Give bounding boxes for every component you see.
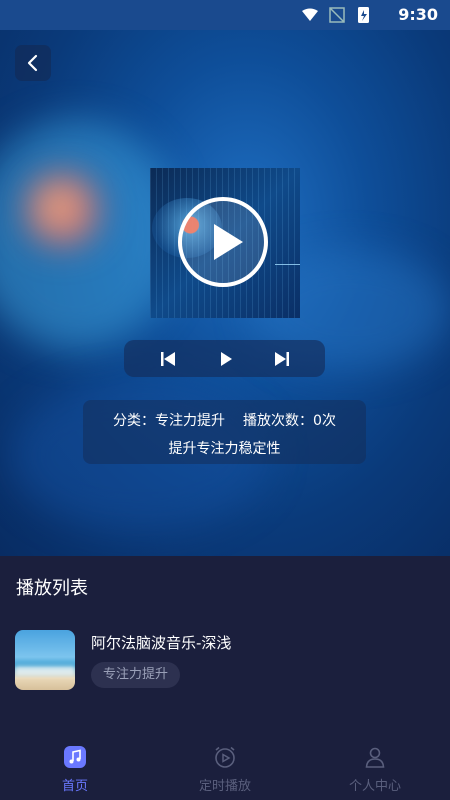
status-time: 9:30 bbox=[398, 5, 438, 24]
playback-controls bbox=[124, 340, 325, 377]
previous-track-icon[interactable] bbox=[158, 349, 178, 369]
track-info-panel: 分类：专注力提升 播放次数：0次 提升专注力稳定性 bbox=[83, 400, 366, 464]
plays-value: 0次 bbox=[313, 413, 336, 429]
chevron-left-icon bbox=[27, 54, 38, 72]
track-description: 提升专注力稳定性 bbox=[168, 441, 281, 457]
bottom-tab-bar: 首页 定时播放 个人中心 bbox=[0, 735, 450, 800]
track-title: 阿尔法脑波音乐-深浅 bbox=[91, 634, 232, 652]
category-label: 分类： bbox=[113, 413, 156, 429]
plays-label: 播放次数： bbox=[243, 413, 314, 429]
tab-profile-label: 个人中心 bbox=[348, 779, 401, 794]
tab-home[interactable]: 首页 bbox=[0, 735, 150, 800]
wifi-icon bbox=[302, 8, 318, 21]
playlist-title: 播放列表 bbox=[16, 578, 88, 599]
next-track-icon[interactable] bbox=[272, 349, 292, 369]
category-value: 专注力提升 bbox=[155, 413, 226, 429]
status-bar: 9:30 bbox=[0, 0, 450, 30]
play-icon[interactable] bbox=[216, 349, 236, 369]
category-tag: 专注力提升 bbox=[91, 662, 181, 688]
tab-timer[interactable]: 定时播放 bbox=[150, 735, 300, 800]
status-icons bbox=[302, 7, 369, 23]
music-note-icon bbox=[64, 746, 86, 768]
alarm-clock-icon bbox=[215, 746, 235, 768]
user-icon bbox=[365, 747, 385, 768]
list-item[interactable]: 阿尔法脑波音乐-深浅 专注力提升 bbox=[15, 630, 435, 690]
tab-profile[interactable]: 个人中心 bbox=[300, 735, 450, 800]
play-circle-icon[interactable] bbox=[177, 196, 269, 288]
track-thumbnail bbox=[15, 630, 75, 690]
tab-home-label: 首页 bbox=[61, 779, 88, 794]
tab-timer-label: 定时播放 bbox=[198, 779, 251, 794]
back-button[interactable] bbox=[15, 45, 51, 81]
